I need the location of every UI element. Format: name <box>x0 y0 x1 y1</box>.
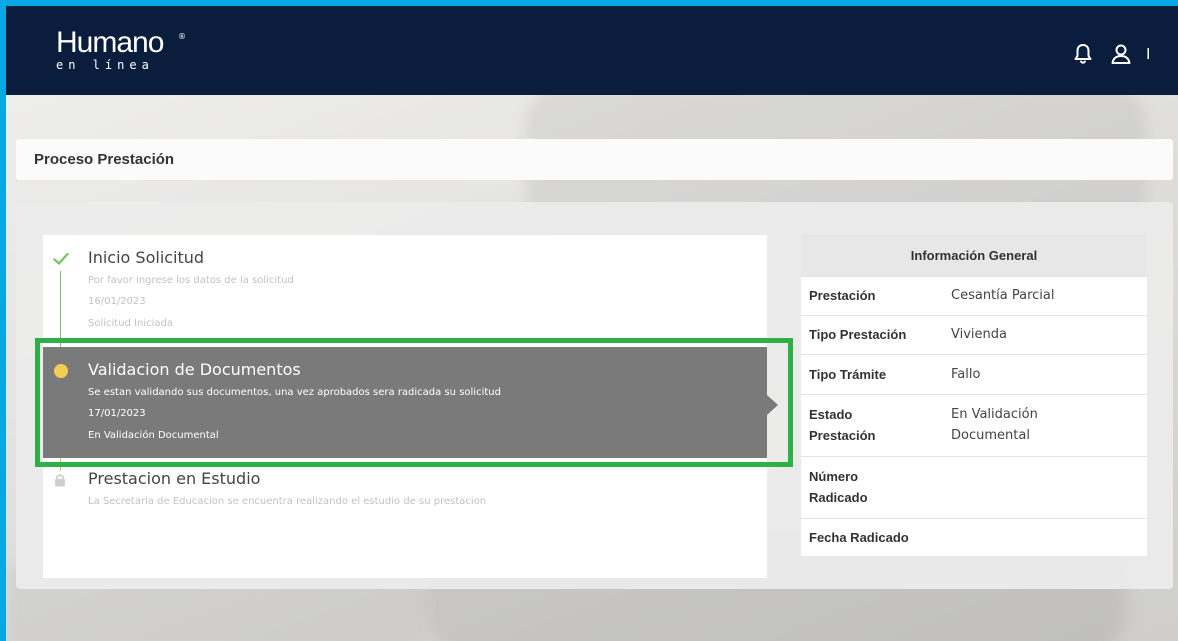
logo-text: Humano <box>56 26 164 59</box>
logo-subtitle: en línea <box>56 58 154 72</box>
info-label: Tipo Prestación <box>809 327 907 342</box>
user-name-initial[interactable]: I <box>1146 46 1150 64</box>
info-value: Cesantía Parcial <box>951 288 1055 303</box>
app-viewport: Humano ® en línea I Proceso Prestación I… <box>6 6 1178 641</box>
info-panel-title: Información General <box>801 235 1147 276</box>
step-description: Por favor ingrese los datos de la solici… <box>88 275 294 286</box>
user-icon[interactable] <box>1109 42 1133 66</box>
info-label: Tipo Trámite <box>809 367 887 382</box>
info-value: En Validación <box>951 407 1038 422</box>
info-row-estado-prestacion: Estado Prestación En Validación Document… <box>801 394 1147 456</box>
info-label: Fecha Radicado <box>809 530 909 545</box>
lock-icon <box>55 474 65 487</box>
info-value: Vivienda <box>951 327 1007 342</box>
top-navbar: Humano ® en línea I <box>6 6 1178 95</box>
highlight-box <box>35 338 793 467</box>
step-status: Solicitud Iniciada <box>88 318 174 329</box>
step-title: Prestacion en Estudio <box>88 469 261 488</box>
check-icon <box>53 252 69 265</box>
brand-logo[interactable]: Humano ® en línea <box>56 26 186 73</box>
timeline-step-inicio-solicitud[interactable]: Inicio Solicitud Por favor ingrese los d… <box>43 235 767 335</box>
step-description: La Secretaria de Educacion se encuentra … <box>88 496 487 507</box>
step-date: 16/01/2023 <box>88 296 146 307</box>
info-value: Fallo <box>951 367 981 382</box>
page-title: Proceso Prestación <box>34 151 175 168</box>
info-row-fecha-radicado: Fecha Radicado <box>801 518 1147 556</box>
info-row-prestacion: Prestación Cesantía Parcial <box>801 276 1147 315</box>
page-title-card: Proceso Prestación <box>16 139 1173 180</box>
info-row-tipo-tramite: Tipo Trámite Fallo <box>801 354 1147 394</box>
info-label: Número <box>809 469 859 484</box>
general-info-panel: Información General Prestación Cesantía … <box>801 235 1147 556</box>
info-label: Estado <box>809 407 853 422</box>
info-label: Radicado <box>809 490 868 505</box>
info-value: Documental <box>951 428 1030 443</box>
info-row-tipo-prestacion: Tipo Prestación Vivienda <box>801 315 1147 354</box>
info-row-numero-radicado: Número Radicado <box>801 456 1147 518</box>
step-title: Inicio Solicitud <box>88 248 205 267</box>
info-label: Prestación <box>809 428 876 443</box>
bell-icon[interactable] <box>1071 42 1095 66</box>
timeline-step-prestacion-estudio[interactable]: Prestacion en Estudio La Secretaria de E… <box>43 466 767 516</box>
logo-registered-mark: ® <box>178 32 186 41</box>
info-label: Prestación <box>809 288 876 303</box>
